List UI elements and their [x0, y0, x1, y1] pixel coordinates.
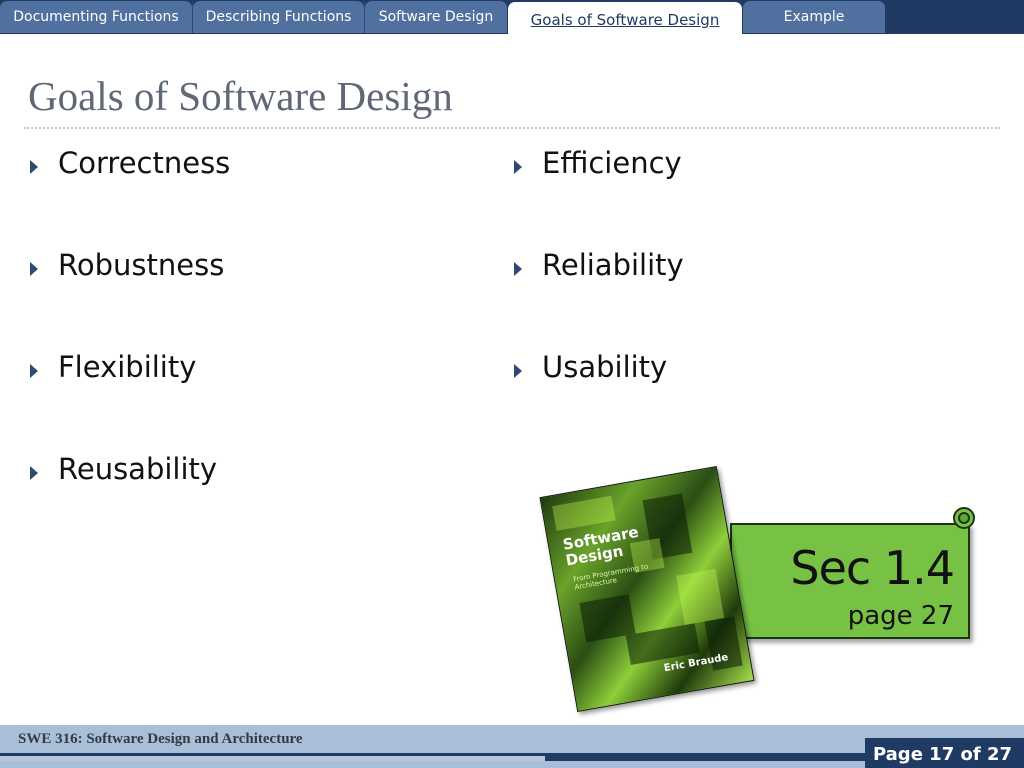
tab-describing-functions[interactable]: Describing Functions — [193, 1, 364, 33]
triangle-bullet-icon — [30, 364, 38, 378]
bullet-text: Correctness — [58, 146, 231, 180]
page-indicator: Page 17 of 27 — [872, 744, 1012, 765]
tab-goals-of-software-design[interactable]: Goals of Software Design — [508, 2, 742, 35]
triangle-bullet-icon — [30, 466, 38, 480]
tab-example[interactable]: Example — [743, 1, 885, 33]
title-divider — [24, 127, 1000, 129]
bullet-text: Efficiency — [542, 146, 682, 180]
bullet-text: Usability — [542, 350, 668, 384]
triangle-bullet-icon — [30, 160, 38, 174]
footer-divider-highlight — [0, 756, 545, 761]
tab-documenting-functions[interactable]: Documenting Functions — [0, 1, 192, 33]
scroll-curl-inner — [958, 512, 970, 524]
triangle-bullet-icon — [514, 262, 522, 276]
tab-bar: Documenting Functions Describing Functio… — [0, 0, 1024, 35]
bullet-text: Reliability — [542, 248, 684, 282]
tab-software-design[interactable]: Software Design — [365, 1, 507, 33]
section-reference: Sec 1.4 — [790, 541, 955, 595]
bullet-text: Robustness — [58, 248, 225, 282]
bullet-text: Flexibility — [58, 350, 197, 384]
page-reference: page 27 — [847, 601, 954, 631]
triangle-bullet-icon — [30, 262, 38, 276]
book-cover-image: Software Design From Programming to Arch… — [539, 466, 755, 712]
bullet-text: Reusability — [58, 452, 218, 486]
triangle-bullet-icon — [514, 160, 522, 174]
slide-title: Goals of Software Design — [28, 73, 453, 119]
course-footer: SWE 316: Software Design and Architectur… — [18, 731, 303, 747]
triangle-bullet-icon — [514, 364, 522, 378]
